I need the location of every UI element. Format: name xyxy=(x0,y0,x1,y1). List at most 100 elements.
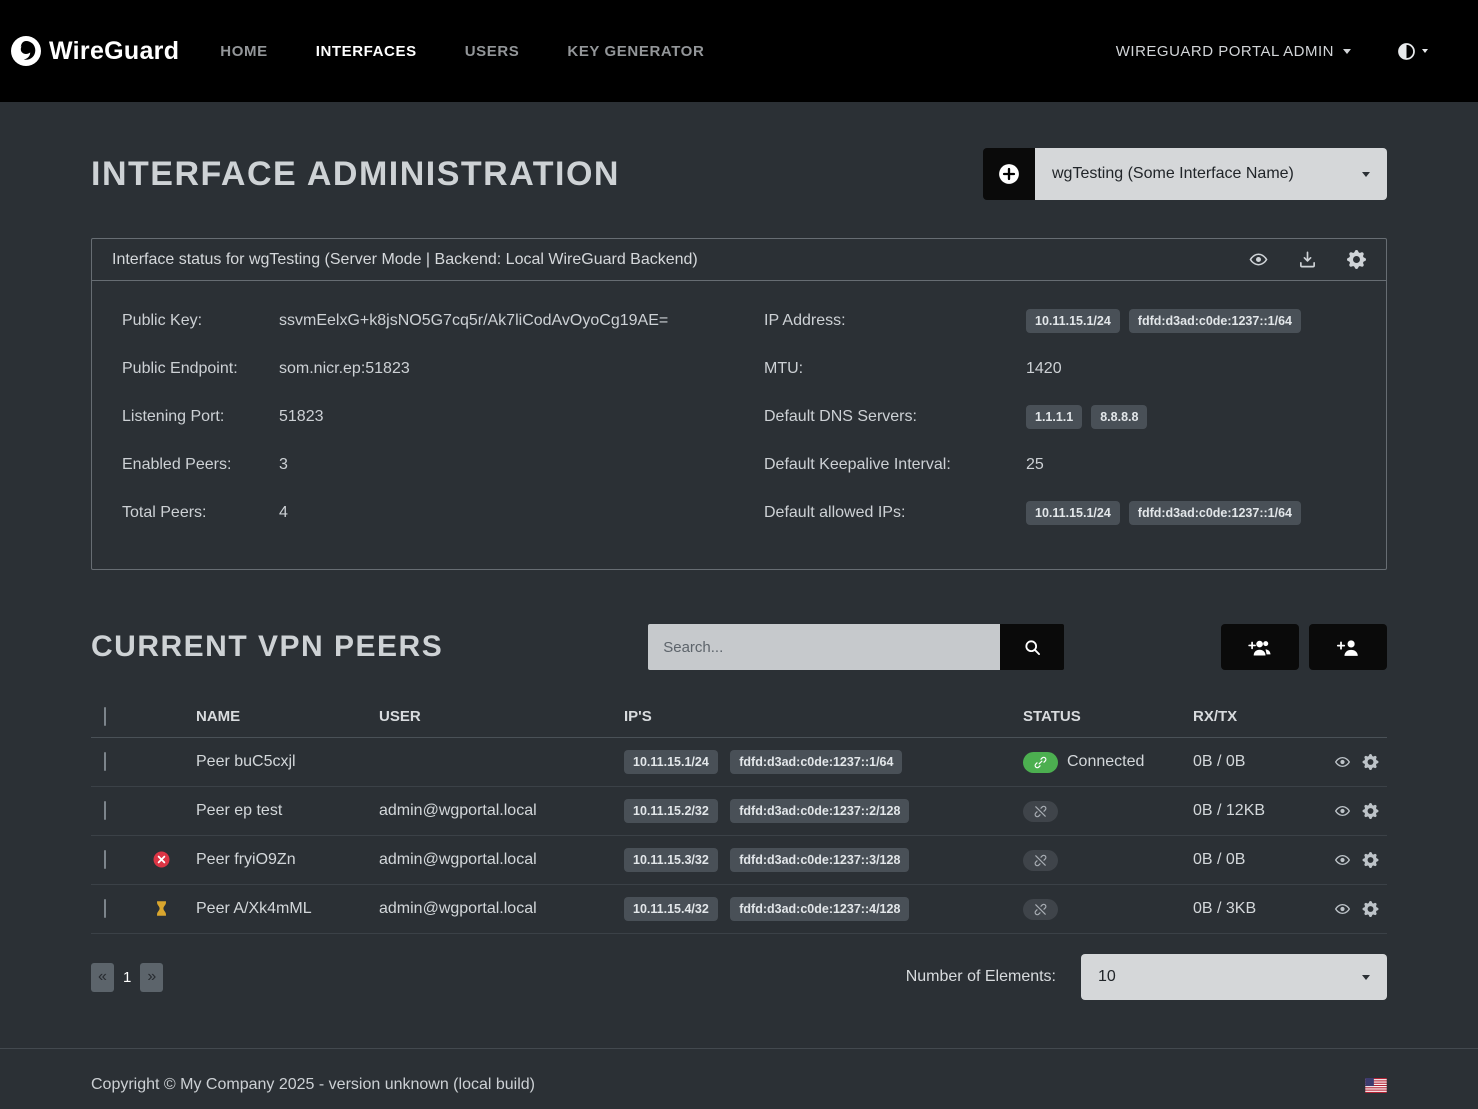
search-button[interactable] xyxy=(1000,624,1064,670)
peers-section-title: CURRENT VPN PEERS xyxy=(91,630,443,664)
peer-search-input[interactable] xyxy=(648,624,1000,670)
theme-dropdown[interactable] xyxy=(1397,42,1428,61)
edit-peer-gear-icon[interactable] xyxy=(1362,901,1379,917)
enabled-peers-value: 3 xyxy=(279,456,288,474)
status-badge xyxy=(1023,801,1193,822)
peer-action-buttons xyxy=(1221,624,1387,670)
interface-select[interactable]: wgTesting (Some Interface Name) xyxy=(1035,148,1387,200)
info-row-dns-servers: Default DNS Servers: 1.1.1.1 8.8.8.8 xyxy=(764,393,1356,441)
page-header: INTERFACE ADMINISTRATION wgTesting (Some… xyxy=(91,148,1387,200)
row-checkbox[interactable] xyxy=(104,899,106,918)
peers-section-header: CURRENT VPN PEERS xyxy=(91,624,1387,670)
nav-item-home[interactable]: HOME xyxy=(220,43,267,60)
info-label: Default allowed IPs: xyxy=(764,504,1026,522)
edit-peer-gear-icon[interactable] xyxy=(1362,754,1379,770)
peer-ip-badge: 10.11.15.4/32 xyxy=(624,897,718,921)
chevron-down-icon xyxy=(1422,49,1428,53)
info-label: Default Keepalive Interval: xyxy=(764,456,1026,474)
peer-search-group xyxy=(648,624,1064,670)
allowed-ip-badge: fdfd:d3ad:c0de:1237::1/64 xyxy=(1129,501,1301,525)
column-header-name: NAME xyxy=(196,708,379,725)
edit-peer-gear-icon[interactable] xyxy=(1362,852,1379,868)
peers-table: NAME USER IP'S STATUS RX/TX Peer buC5cxj… xyxy=(91,696,1387,934)
view-config-eye-icon[interactable] xyxy=(1249,250,1268,269)
peer-ip-badge: fdfd:d3ad:c0de:1237::3/128 xyxy=(730,848,909,872)
view-peer-eye-icon[interactable] xyxy=(1334,754,1351,770)
elements-per-page-select[interactable]: 10 xyxy=(1081,954,1387,1000)
link-slash-icon xyxy=(1034,854,1047,867)
column-header-user: USER xyxy=(379,708,624,725)
admin-dropdown-label: WIREGUARD PORTAL ADMIN xyxy=(1116,43,1334,60)
pagination-next-button[interactable]: » xyxy=(140,963,163,992)
disconnected-pill xyxy=(1023,850,1058,871)
page-title: INTERFACE ADMINISTRATION xyxy=(91,155,620,194)
view-peer-eye-icon[interactable] xyxy=(1334,803,1351,819)
add-multiple-peers-button[interactable] xyxy=(1221,624,1299,670)
pagination-prev-button[interactable]: « xyxy=(91,963,114,992)
elements-per-page-label: Number of Elements: xyxy=(906,968,1056,986)
brand-name: WireGuard xyxy=(49,37,179,66)
peer-ip-badge: 10.11.15.1/24 xyxy=(624,750,718,774)
mtu-value: 1420 xyxy=(1026,360,1062,378)
info-row-total-peers: Total Peers: 4 xyxy=(122,489,764,537)
search-icon xyxy=(1024,639,1041,656)
add-peer-button[interactable] xyxy=(1309,624,1387,670)
info-row-enabled-peers: Enabled Peers: 3 xyxy=(122,441,764,489)
elements-per-page-group: Number of Elements: 10 xyxy=(906,954,1387,1000)
column-header-rxtx: RX/TX xyxy=(1193,708,1331,725)
footer: Copyright © My Company 2025 - version un… xyxy=(0,1048,1478,1109)
table-row: Peer A/Xk4mML admin@wgportal.local 10.11… xyxy=(91,885,1387,934)
peer-expiring-hourglass-icon xyxy=(153,900,170,917)
row-checkbox[interactable] xyxy=(104,752,106,771)
nav-item-interfaces[interactable]: INTERFACES xyxy=(316,43,417,60)
info-label: Enabled Peers: xyxy=(122,456,279,474)
edit-peer-gear-icon[interactable] xyxy=(1362,803,1379,819)
table-header-row: NAME USER IP'S STATUS RX/TX xyxy=(91,696,1387,738)
link-icon xyxy=(1034,756,1047,769)
row-checkbox[interactable] xyxy=(104,801,106,820)
add-user-icon xyxy=(1336,638,1361,657)
info-row-listening-port: Listening Port: 51823 xyxy=(122,393,764,441)
interface-info-left-column: Public Key: ssvmEelxG+k8jsNO5G7cq5r/Ak7l… xyxy=(122,297,764,537)
nav-item-key-generator[interactable]: KEY GENERATOR xyxy=(567,43,704,60)
theme-contrast-icon xyxy=(1397,42,1416,61)
admin-dropdown[interactable]: WIREGUARD PORTAL ADMIN xyxy=(1116,43,1351,60)
info-label: IP Address: xyxy=(764,312,1026,330)
select-all-checkbox[interactable] xyxy=(104,707,106,726)
view-peer-eye-icon[interactable] xyxy=(1334,901,1351,917)
disconnected-pill xyxy=(1023,801,1058,822)
table-row: Peer buC5cxjl 10.11.15.1/24 fdfd:d3ad:c0… xyxy=(91,738,1387,787)
plus-circle-icon xyxy=(998,163,1020,185)
add-interface-button[interactable] xyxy=(983,148,1035,200)
peer-ip-badge: 10.11.15.2/32 xyxy=(624,799,718,823)
chevron-down-icon xyxy=(1343,49,1351,54)
keepalive-value: 25 xyxy=(1026,456,1044,474)
info-row-allowed-ips: Default allowed IPs: 10.11.15.1/24 fdfd:… xyxy=(764,489,1356,537)
download-config-icon[interactable] xyxy=(1298,250,1317,269)
language-flag-us[interactable] xyxy=(1365,1078,1387,1093)
edit-interface-gear-icon[interactable] xyxy=(1347,250,1366,269)
total-peers-value: 4 xyxy=(279,504,288,522)
info-label: Total Peers: xyxy=(122,504,279,522)
info-row-keepalive: Default Keepalive Interval: 25 xyxy=(764,441,1356,489)
dns-badge: 1.1.1.1 xyxy=(1026,405,1082,429)
chevron-down-icon xyxy=(1362,975,1370,980)
row-checkbox[interactable] xyxy=(104,850,106,869)
column-header-status: STATUS xyxy=(1023,708,1193,725)
info-row-ip-address: IP Address: 10.11.15.1/24 fdfd:d3ad:c0de… xyxy=(764,297,1356,345)
connected-pill xyxy=(1023,752,1058,773)
peer-name: Peer A/Xk4mML xyxy=(196,900,379,918)
add-users-icon xyxy=(1248,638,1273,657)
main-nav: HOME INTERFACES USERS KEY GENERATOR xyxy=(220,43,704,60)
nav-item-users[interactable]: USERS xyxy=(465,43,520,60)
pagination-current-page[interactable]: 1 xyxy=(123,969,131,986)
brand[interactable]: WireGuard xyxy=(10,35,179,67)
elements-per-page-value: 10 xyxy=(1098,968,1116,986)
view-peer-eye-icon[interactable] xyxy=(1334,852,1351,868)
interface-select-value: wgTesting (Some Interface Name) xyxy=(1052,165,1294,183)
column-header-ips: IP'S xyxy=(624,708,1023,725)
peer-user: admin@wgportal.local xyxy=(379,802,624,820)
peer-user: admin@wgportal.local xyxy=(379,851,624,869)
info-row-public-endpoint: Public Endpoint: som.nicr.ep:51823 xyxy=(122,345,764,393)
info-label: Default DNS Servers: xyxy=(764,408,1026,426)
